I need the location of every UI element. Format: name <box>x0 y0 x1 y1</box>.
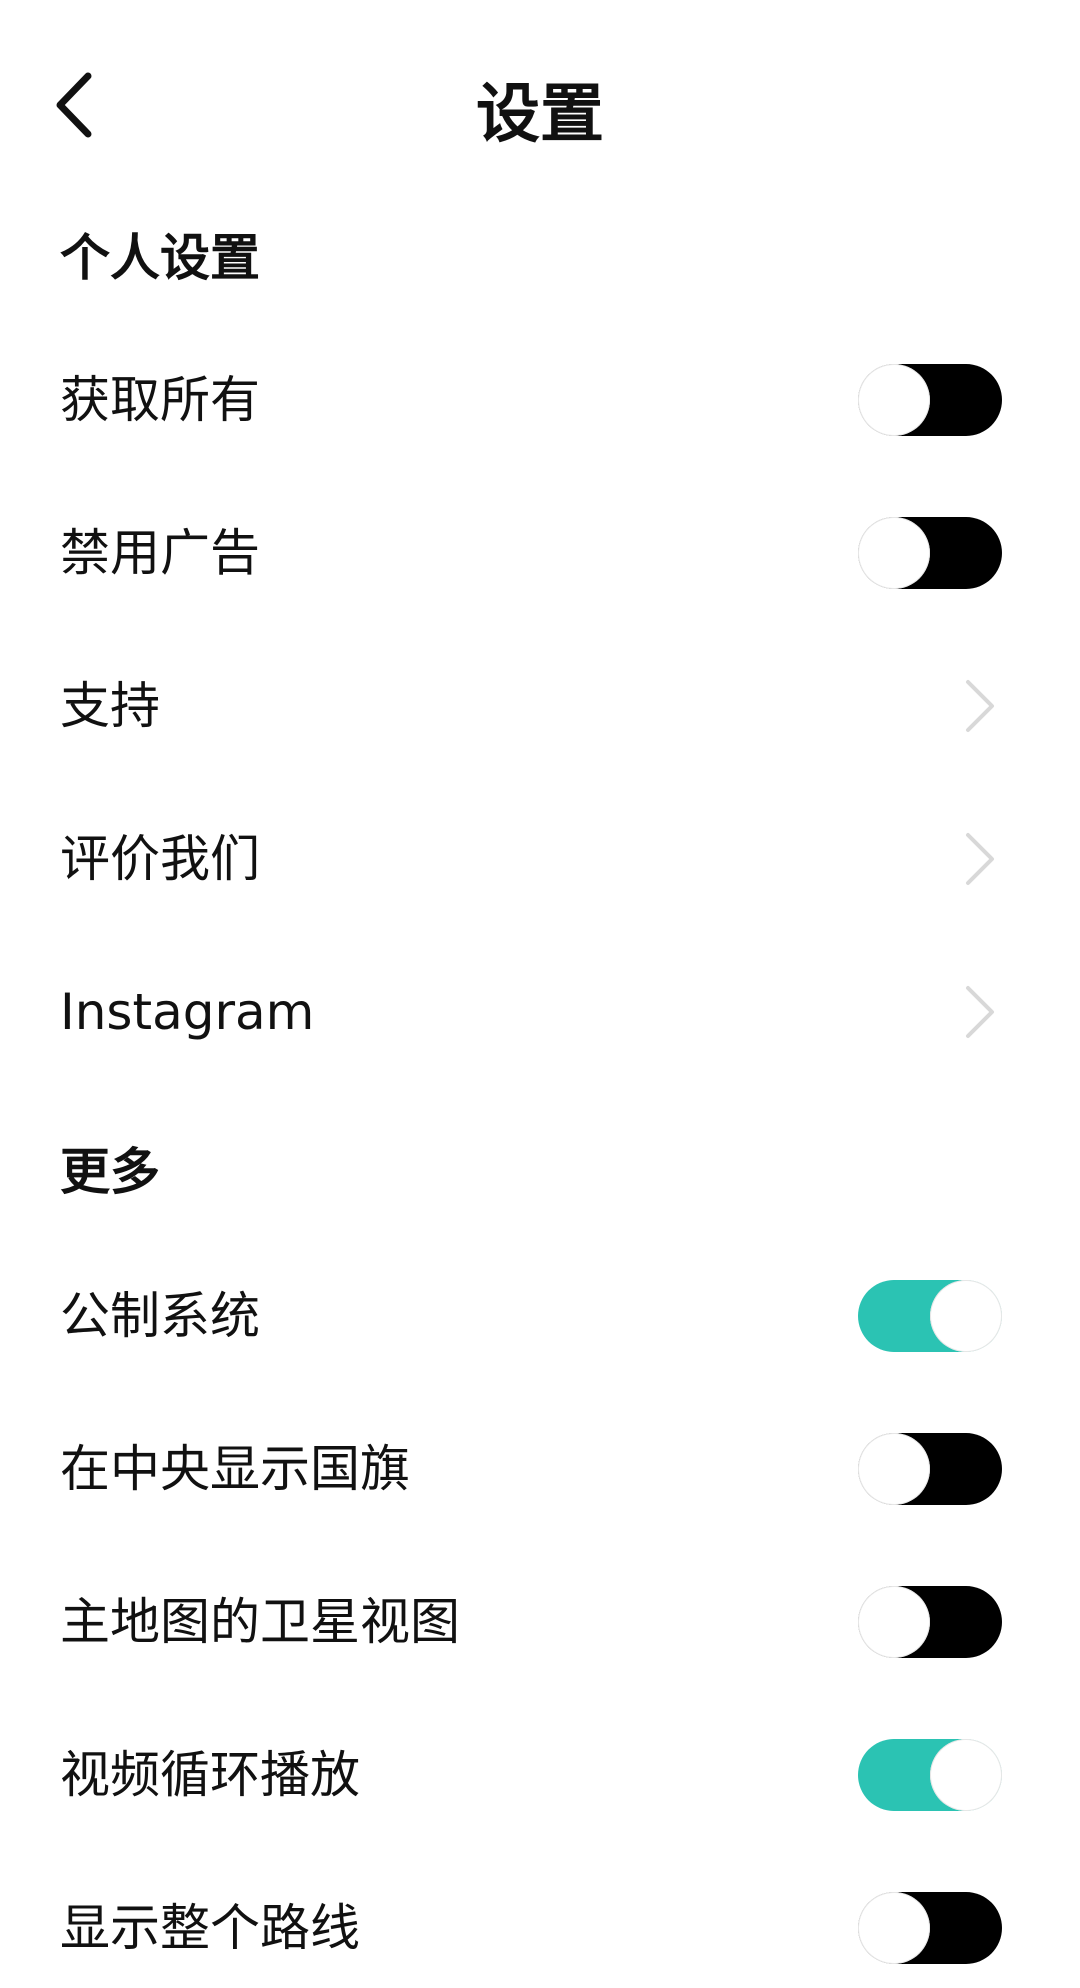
setting-row-support[interactable]: 支持 <box>0 646 1080 766</box>
setting-label: 主地图的卫星视图 <box>60 1593 460 1651</box>
header-bar: 设置 <box>0 0 1080 230</box>
toggle-knob <box>858 1586 930 1658</box>
chevron-right-icon <box>966 986 994 1038</box>
setting-row-center-flag: 在中央显示国旗 <box>0 1409 1080 1529</box>
setting-row-show-full-route: 显示整个路线 <box>0 1868 1080 1988</box>
get-all-toggle[interactable] <box>858 364 1002 436</box>
toggle-knob <box>930 1280 1002 1352</box>
center-flag-toggle[interactable] <box>858 1433 1002 1505</box>
setting-label: 公制系统 <box>60 1287 260 1345</box>
setting-label: 显示整个路线 <box>60 1899 360 1957</box>
chevron-right-icon <box>966 680 994 732</box>
setting-row-instagram[interactable]: Instagram <box>0 952 1080 1072</box>
section-title-personal: 个人设置 <box>60 229 260 287</box>
setting-row-get-all: 获取所有 <box>0 340 1080 460</box>
setting-row-satellite-view: 主地图的卫星视图 <box>0 1562 1080 1682</box>
setting-row-disable-ads: 禁用广告 <box>0 493 1080 613</box>
chevron-right-icon <box>966 833 994 885</box>
toggle-knob <box>858 1433 930 1505</box>
setting-label: 在中央显示国旗 <box>60 1440 410 1498</box>
show-full-route-toggle[interactable] <box>858 1892 1002 1964</box>
setting-label: 视频循环播放 <box>60 1746 360 1804</box>
setting-label: 禁用广告 <box>60 524 260 582</box>
satellite-view-toggle[interactable] <box>858 1586 1002 1658</box>
section-title-more: 更多 <box>60 1143 160 1201</box>
setting-row-video-loop: 视频循环播放 <box>0 1715 1080 1835</box>
toggle-knob <box>858 364 930 436</box>
video-loop-toggle[interactable] <box>858 1739 1002 1811</box>
setting-label: 支持 <box>60 677 160 735</box>
setting-row-metric-system: 公制系统 <box>0 1256 1080 1376</box>
setting-label: 评价我们 <box>60 830 260 888</box>
setting-label: 获取所有 <box>60 371 260 429</box>
toggle-knob <box>858 1892 930 1964</box>
toggle-knob <box>930 1739 1002 1811</box>
metric-system-toggle[interactable] <box>858 1280 1002 1352</box>
page-title: 设置 <box>476 78 604 152</box>
toggle-knob <box>858 517 930 589</box>
setting-label: Instagram <box>60 983 315 1041</box>
disable-ads-toggle[interactable] <box>858 517 1002 589</box>
setting-row-rate-us[interactable]: 评价我们 <box>0 799 1080 919</box>
